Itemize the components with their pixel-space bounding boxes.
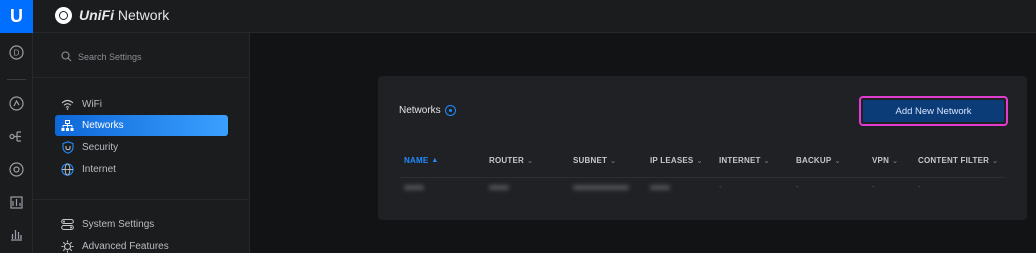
- table-cell-content-filter: -: [918, 182, 921, 191]
- chevron-down-icon: ⌄: [696, 157, 703, 165]
- dashboard-icon[interactable]: D: [6, 42, 27, 63]
- clients-icon[interactable]: [6, 159, 27, 180]
- system-settings-icon: [61, 218, 74, 231]
- sidebar-divider: [33, 77, 249, 78]
- sidebar-item-advanced-features[interactable]: Advanced Features: [55, 236, 228, 253]
- chevron-down-icon: ⌄: [834, 157, 841, 165]
- sidebar-divider: [33, 199, 249, 200]
- unifi-brand-icon[interactable]: [55, 7, 72, 24]
- sidebar-item-system-settings[interactable]: System Settings: [55, 214, 228, 235]
- table-cell-internet: -: [719, 182, 722, 191]
- panel-title: Networks: [399, 105, 456, 116]
- app-title: UniFi Network: [79, 7, 170, 23]
- sidebar-item-networks[interactable]: Networks: [55, 115, 228, 136]
- sidebar-item-label: Security: [82, 142, 119, 153]
- sidebar-item-label: Advanced Features: [82, 241, 169, 252]
- table-cell-ip-leases-redacted: [650, 185, 670, 190]
- top-header: UniFi Network: [33, 0, 1036, 33]
- wifi-icon: [61, 98, 74, 111]
- advanced-features-icon: [61, 240, 74, 253]
- sidebar-item-internet[interactable]: Internet: [55, 159, 228, 180]
- search-settings[interactable]: Search Settings: [61, 51, 142, 62]
- table-divider: [399, 177, 1005, 178]
- chevron-down-icon: ⌄: [610, 157, 617, 165]
- sort-asc-icon: ▲: [431, 157, 439, 164]
- insights-icon[interactable]: [6, 192, 27, 213]
- svg-text:D: D: [14, 49, 20, 58]
- statistics-icon[interactable]: [6, 224, 27, 245]
- add-new-network-label: Add New Network: [863, 100, 1004, 122]
- column-header-vpn[interactable]: VPN ⌄: [872, 156, 898, 165]
- column-header-subnet[interactable]: SUBNET ⌄: [573, 156, 616, 165]
- table-cell-backup: -: [796, 182, 799, 191]
- table-cell-name-redacted[interactable]: [404, 185, 424, 190]
- search-icon: [61, 51, 72, 62]
- column-header-name[interactable]: NAME ▲: [404, 156, 439, 165]
- networks-panel: Networks Add New Network NAME ▲ ROUTER ⌄ S…: [378, 76, 1027, 220]
- sidebar-item-wifi[interactable]: WiFi: [55, 94, 228, 115]
- column-header-backup[interactable]: BACKUP ⌄: [796, 156, 841, 165]
- networks-icon: [61, 119, 74, 132]
- devices-icon[interactable]: [6, 126, 27, 147]
- column-header-ip-leases[interactable]: IP LEASES ⌄: [650, 156, 703, 165]
- sidebar-item-security[interactable]: Security: [55, 137, 228, 158]
- info-icon[interactable]: [444, 105, 456, 116]
- chevron-down-icon: ⌄: [992, 157, 999, 165]
- sidebar-item-label: WiFi: [82, 99, 102, 110]
- column-header-content-filter[interactable]: CONTENT FILTER ⌄: [918, 156, 998, 165]
- shield-icon: [61, 141, 74, 154]
- app-rail: U D: [0, 0, 33, 253]
- chevron-down-icon: ⌄: [526, 157, 534, 165]
- sidebar-item-label: System Settings: [82, 219, 155, 230]
- sidebar-item-label: Networks: [82, 120, 124, 131]
- globe-icon: [61, 163, 74, 176]
- column-header-internet[interactable]: INTERNET ⌄: [719, 156, 770, 165]
- chevron-down-icon: ⌄: [892, 157, 899, 165]
- table-cell-router-redacted: [489, 185, 509, 190]
- add-new-network-button[interactable]: Add New Network: [859, 96, 1008, 126]
- chevron-down-icon: ⌄: [763, 157, 770, 165]
- table-cell-subnet-redacted: [573, 185, 629, 190]
- column-header-router[interactable]: ROUTER ⌄: [489, 156, 533, 165]
- rail-divider: [7, 79, 26, 80]
- unifi-logo-icon[interactable]: U: [0, 0, 33, 33]
- table-cell-vpn: -: [872, 182, 875, 191]
- settings-sidebar: Search Settings WiFi Networks Security I…: [33, 33, 250, 253]
- search-input[interactable]: Search Settings: [78, 52, 142, 62]
- topology-icon[interactable]: [6, 93, 27, 114]
- sidebar-item-label: Internet: [82, 164, 116, 175]
